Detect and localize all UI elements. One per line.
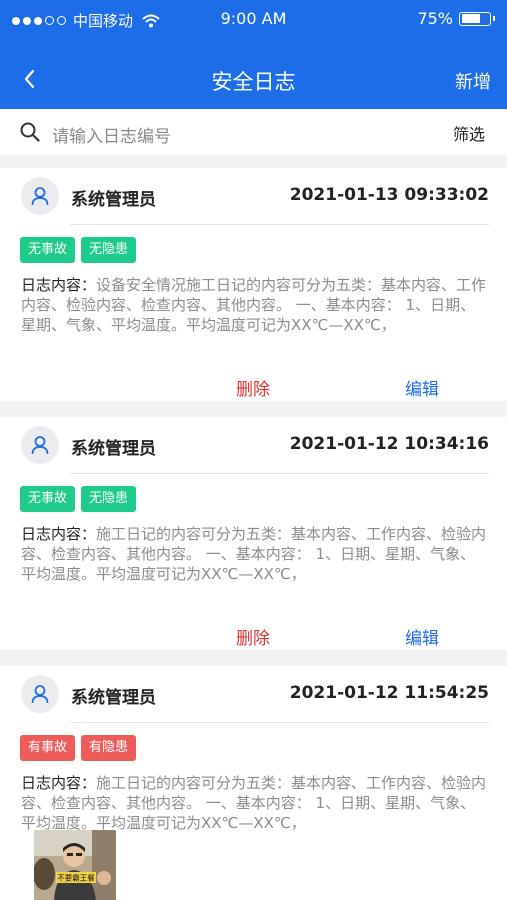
hazard-badge: 无隐患 (81, 237, 137, 263)
battery-indicator: 75% (417, 9, 495, 28)
divider (70, 473, 489, 474)
user-icon (31, 685, 49, 704)
accident-badge: 无事故 (20, 237, 76, 263)
search-bar: 请输入日志编号 筛选 (0, 109, 507, 155)
accident-badge: 有事故 (20, 735, 76, 761)
user-icon (31, 436, 49, 455)
log-card[interactable]: 系统管理员 2021-01-12 11:54:25 有事故 有隐患 日志内容：施… (0, 666, 507, 900)
log-datetime: 2021-01-13 09:33:02 (289, 185, 489, 205)
card-actions: 删除 编辑 (0, 375, 507, 400)
status-tags: 无事故 无隐患 (20, 237, 137, 263)
header: 中国移动 9:00 AM 75% 安全日志 新增 (0, 0, 507, 109)
nav-bar: 安全日志 新增 (0, 57, 507, 103)
avatar (21, 426, 59, 464)
user-name: 系统管理员 (71, 688, 156, 708)
search-input[interactable]: 请输入日志编号 (52, 122, 171, 147)
content-label: 日志内容： (21, 774, 97, 792)
page-title: 安全日志 (211, 70, 296, 94)
log-card[interactable]: 系统管理员 2021-01-12 10:34:16 无事故 无隐患 日志内容：施… (0, 417, 507, 650)
log-card[interactable]: 系统管理员 2021-01-13 09:33:02 无事故 无隐患 日志内容：设… (0, 168, 507, 401)
search-icon (20, 122, 40, 142)
hazard-badge: 有隐患 (81, 735, 137, 761)
divider (70, 224, 489, 225)
log-content: 日志内容：设备安全情况施工日记的内容可分为五类：基本内容、工作内容、检验内容、检… (21, 275, 489, 335)
content-label: 日志内容： (21, 276, 97, 294)
status-tags: 有事故 有隐患 (20, 735, 137, 761)
add-button[interactable]: 新增 (455, 68, 491, 94)
status-tags: 无事故 无隐患 (20, 486, 137, 512)
battery-percent: 75% (417, 9, 453, 28)
edit-button[interactable]: 编辑 (405, 375, 439, 400)
log-datetime: 2021-01-12 11:54:25 (289, 683, 489, 703)
delete-button[interactable]: 删除 (236, 375, 270, 400)
photo-image: 不要霸王餐 (34, 830, 116, 900)
log-datetime: 2021-01-12 10:34:16 (289, 434, 489, 454)
status-bar: 中国移动 9:00 AM 75% (0, 0, 507, 40)
filter-button[interactable]: 筛选 (453, 121, 485, 145)
edit-button[interactable]: 编辑 (405, 624, 439, 649)
log-content: 日志内容：施工日记的内容可分为五类：基本内容、工作内容、检验内容、检查内容、其他… (21, 773, 489, 833)
avatar (21, 675, 59, 713)
card-actions: 删除 编辑 (0, 624, 507, 649)
log-content: 日志内容：施工日记的内容可分为五类：基本内容、工作内容、检验内容、检查内容、其他… (21, 524, 489, 584)
hazard-badge: 无隐患 (81, 486, 137, 512)
divider (70, 722, 489, 723)
photo-caption: 不要霸王餐 (57, 874, 95, 883)
content-label: 日志内容： (21, 525, 97, 543)
user-name: 系统管理员 (71, 439, 156, 459)
user-icon (31, 187, 49, 206)
attachment-photo[interactable]: 不要霸王餐 (34, 830, 116, 900)
avatar (21, 177, 59, 215)
user-name: 系统管理员 (71, 190, 156, 210)
battery-icon (459, 11, 491, 26)
delete-button[interactable]: 删除 (236, 624, 270, 649)
accident-badge: 无事故 (20, 486, 76, 512)
